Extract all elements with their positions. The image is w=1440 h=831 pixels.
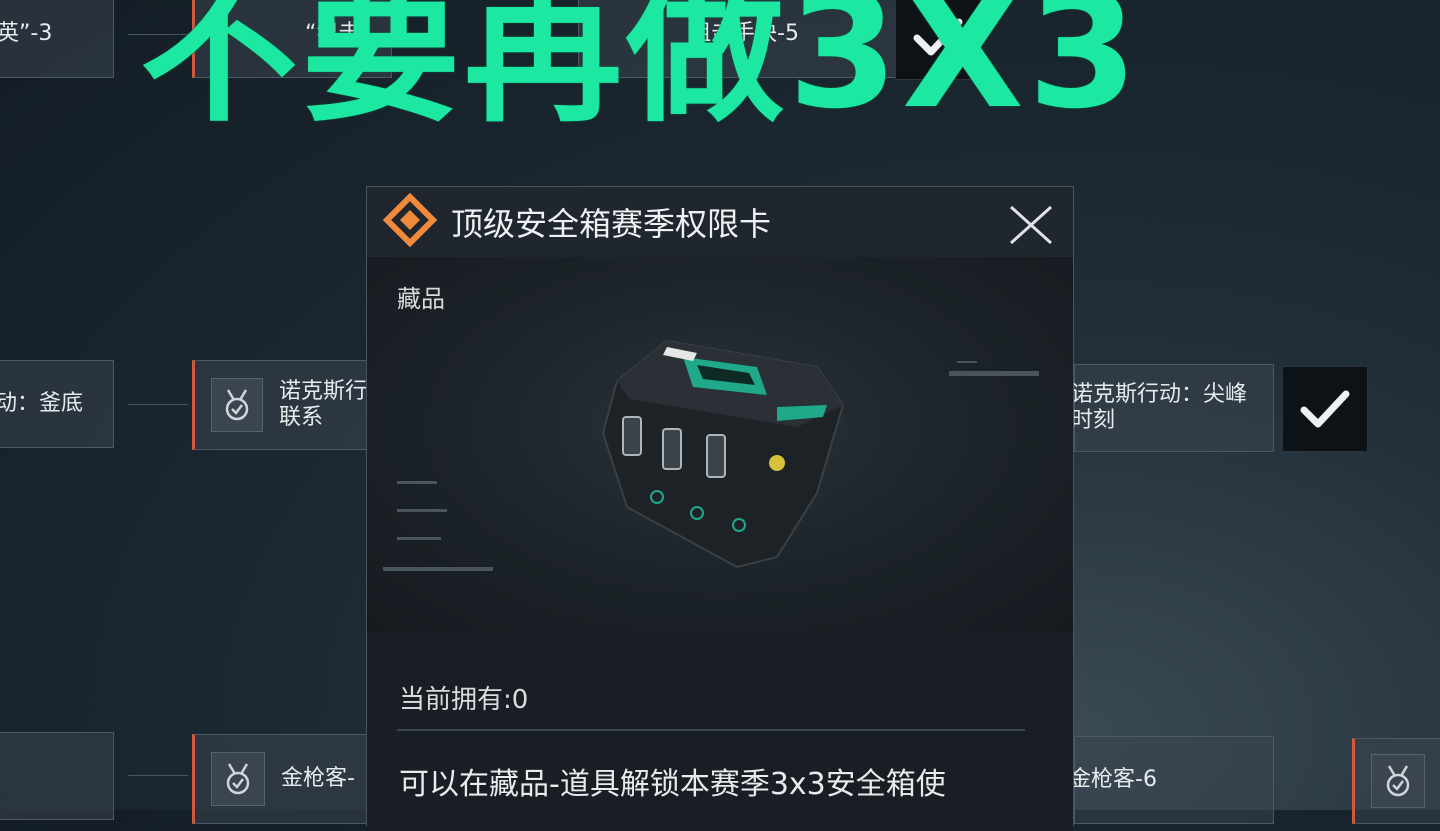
category-label: 藏品 [397,285,445,313]
bg-node-label: 动：釜底 [0,391,84,416]
medal-check-icon [1371,754,1425,808]
completed-checkbox-mid[interactable] [1282,366,1368,452]
bg-node-bottom-center[interactable]: 金枪客- [192,734,368,824]
dialog-title: 顶级安全箱赛季权限卡 [451,205,772,243]
bg-node-label: 诺克斯行 联系 [278,379,367,430]
secure-case-image [383,339,1039,571]
item-preview [367,257,1073,631]
bg-node-bottom-right[interactable]: 金枪客-6 [1069,736,1274,824]
medal-check-icon [211,752,265,806]
dialog-info-panel: 当前拥有:0 可以在藏品-道具解锁本赛季3x3安全箱使 [367,631,1073,831]
bg-node-label: 英”-3 [0,21,53,46]
bg-node-label: 金枪客- [281,766,355,791]
bg-node-bottom-left[interactable] [0,732,114,820]
divider [397,729,1025,731]
bg-node-mid-right[interactable]: 诺克斯行动：尖峰 时刻 [1071,364,1274,452]
headline-overlay: 不要再做3X3 [140,0,1142,142]
item-description: 可以在藏品-道具解锁本赛季3x3安全箱使 [399,767,946,802]
checkmark-icon [1300,390,1350,428]
bg-node-bottom-far-right[interactable] [1352,738,1440,824]
item-detail-dialog: 顶级安全箱赛季权限卡 藏品 当前拥有:0 可以在藏品-道具解锁本赛季3x3安全箱… [366,186,1074,831]
medal-check-icon [211,378,263,432]
dialog-header: 顶级安全箱赛季权限卡 [367,187,1073,258]
bg-node-top-left[interactable]: 英”-3 [0,0,114,78]
close-icon[interactable] [1007,203,1055,247]
diamond-badge-icon [382,193,438,248]
bg-node-mid-center[interactable]: 诺克斯行 联系 [192,360,368,450]
bg-node-label: 诺克斯行动：尖峰 时刻 [1071,382,1248,433]
owned-count: 当前拥有:0 [399,685,529,715]
bg-node-label: 金枪客-6 [1069,767,1157,792]
bg-node-mid-left[interactable]: 动：釜底 [0,360,114,448]
